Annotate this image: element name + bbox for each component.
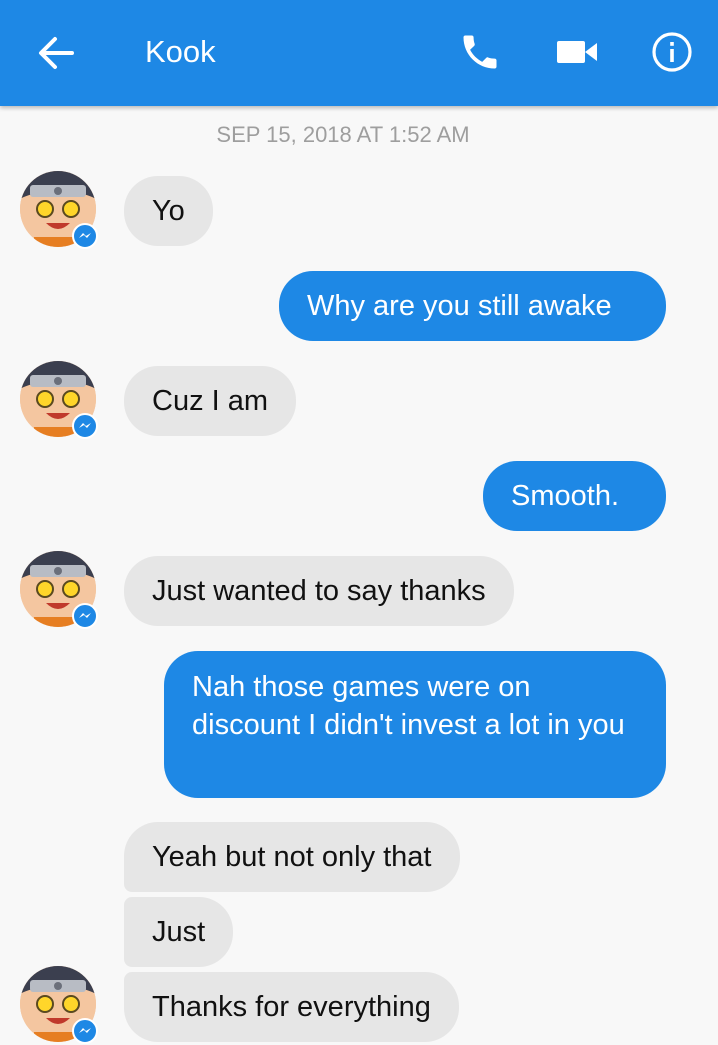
- messenger-badge-icon: [72, 223, 98, 249]
- message-bubble-incoming[interactable]: Thanks for everything: [124, 972, 459, 1042]
- message-bubble-incoming[interactable]: Cuz I am: [124, 366, 297, 436]
- avatar[interactable]: [20, 171, 98, 249]
- phone-icon[interactable]: [458, 30, 502, 74]
- conversation-header: Kook: [0, 0, 718, 106]
- messenger-badge-icon: [72, 413, 98, 439]
- message-bubble-outgoing[interactable]: Smooth.: [483, 461, 666, 531]
- messenger-badge-icon: [72, 603, 98, 629]
- message-bubble-incoming[interactable]: Yeah but not only that: [124, 822, 460, 892]
- arrow-left-icon[interactable]: [36, 33, 76, 73]
- video-camera-icon[interactable]: [555, 36, 599, 68]
- messenger-badge-icon: [72, 1018, 98, 1044]
- conversation-timestamp: SEP 15, 2018 AT 1:52 AM: [216, 122, 470, 147]
- info-icon[interactable]: [651, 31, 693, 73]
- message-bubble-incoming[interactable]: Yo: [124, 176, 213, 246]
- message-bubble-outgoing[interactable]: Nah those games were on discount I didn'…: [164, 651, 666, 798]
- message-bubble-incoming[interactable]: Just: [124, 897, 234, 967]
- contact-name[interactable]: Kook: [145, 34, 216, 70]
- avatar[interactable]: [20, 361, 98, 439]
- avatar[interactable]: [20, 551, 98, 629]
- message-bubble-incoming[interactable]: Just wanted to say thanks: [124, 556, 514, 626]
- avatar[interactable]: [20, 966, 98, 1044]
- message-bubble-outgoing[interactable]: Why are you still awake: [279, 271, 666, 341]
